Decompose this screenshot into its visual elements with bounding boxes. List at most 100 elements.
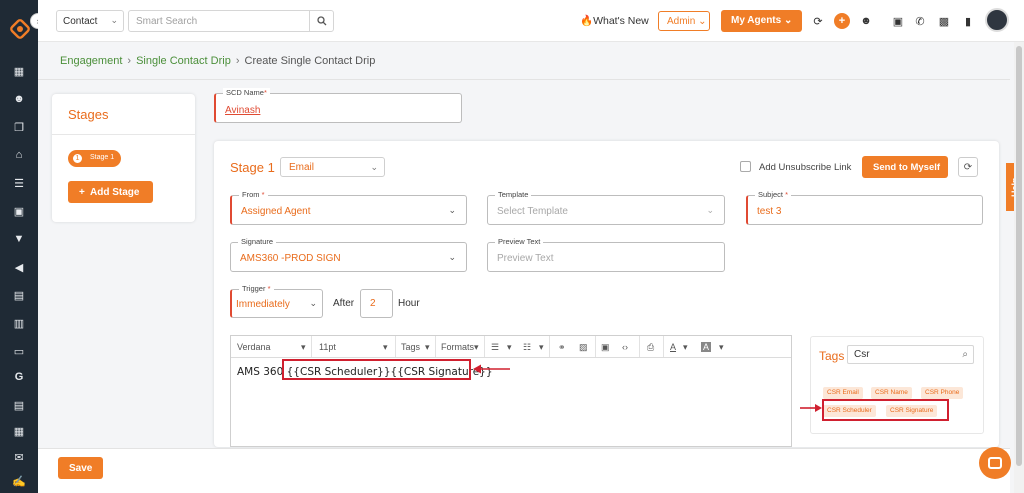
filter-icon[interactable]: ▼ xyxy=(12,232,26,246)
toolbar-separator xyxy=(639,336,640,357)
template-select[interactable]: Template Select Template ⌄ xyxy=(487,190,725,225)
my-agents-button[interactable]: My Agents ⌄ xyxy=(721,10,802,32)
signature-icon[interactable]: ✍ xyxy=(12,474,26,488)
trigger-select[interactable]: Trigger * Immediately ⌄ xyxy=(230,284,323,318)
channel-select[interactable]: Email ⌄ xyxy=(280,157,385,177)
background-color-icon[interactable]: A xyxy=(701,342,712,352)
delay-input[interactable]: 2 xyxy=(360,289,393,318)
tag-csr-phone[interactable]: CSR Phone xyxy=(921,387,964,399)
email-body-editor[interactable]: Verdana ▾ 11pt ▾ Tags ▾ Formats ▾ ☰ ▾ ☷ … xyxy=(230,335,792,447)
trigger-label-text: Trigger xyxy=(242,284,266,293)
media-icon[interactable]: ▣ xyxy=(601,342,610,353)
contacts-icon[interactable]: ☻ xyxy=(12,92,26,106)
scd-name-field[interactable]: SCD Name* Avinash xyxy=(214,88,462,123)
stages-divider xyxy=(52,134,195,135)
refresh-icon[interactable]: ⟳ xyxy=(810,13,826,29)
dashboard-icon[interactable]: ▦ xyxy=(12,64,26,78)
from-select[interactable]: From * Assigned Agent ⌄ xyxy=(230,190,467,225)
breadcrumb-separator-icon: › xyxy=(127,55,132,67)
smart-search-input[interactable]: Smart Search xyxy=(128,10,334,32)
list-icon[interactable]: ☰ xyxy=(12,176,26,190)
search-scope-select[interactable]: Contact ⌄ xyxy=(56,10,124,32)
toolbar-separator xyxy=(549,336,550,357)
address-book-icon[interactable]: ▣ xyxy=(12,204,26,218)
sheet-icon[interactable]: ▤ xyxy=(12,398,26,412)
bullet-list-icon[interactable]: ☰ xyxy=(491,342,499,353)
tag-search-input[interactable]: Csr ⌕ xyxy=(847,345,974,364)
send-to-myself-button[interactable]: Send to Myself xyxy=(862,156,948,178)
ai-icon[interactable]: ▩ xyxy=(936,13,952,29)
page-scrollbar[interactable] xyxy=(1014,42,1024,493)
numbered-list-icon[interactable]: ☷ xyxy=(523,342,531,353)
add-stage-button[interactable]: + Add Stage xyxy=(68,181,153,203)
tags-title: Tags xyxy=(819,349,845,363)
save-button[interactable]: Save xyxy=(58,457,103,479)
trigger-label: Trigger * xyxy=(239,284,274,293)
bank-icon[interactable]: ⌂ xyxy=(12,148,26,162)
signature-value: AMS360 -PROD SIGN xyxy=(240,253,341,264)
left-nav: ▦ ☻ ❐ ⌂ ☰ ▣ ▼ ◀ ▤ ▥ ▭ G ▤ ▦ ✉ ✍ xyxy=(0,0,38,493)
admin-dropdown[interactable]: Admin ⌄ xyxy=(658,11,710,31)
signature-select[interactable]: Signature AMS360 -PROD SIGN ⌄ xyxy=(230,237,467,272)
print-icon[interactable]: ⎙ xyxy=(647,342,654,353)
add-stage-label: Add Stage xyxy=(90,187,140,198)
megaphone-icon[interactable]: ◀ xyxy=(12,260,26,274)
notes-icon[interactable]: ▤ xyxy=(12,288,26,302)
unsubscribe-checkbox[interactable] xyxy=(740,161,751,172)
formats-menu[interactable]: Formats xyxy=(441,342,474,352)
stages-panel: Stages 1 Stage 1 + Add Stage xyxy=(52,94,195,222)
refresh-stage-button[interactable]: ⟳ xyxy=(958,157,978,177)
chevron-down-icon: ▾ xyxy=(474,342,479,352)
add-icon[interactable]: + xyxy=(834,13,850,29)
toolbar-separator xyxy=(663,336,664,357)
stage-pill-label: Stage 1 xyxy=(90,154,115,161)
chat-widget-button[interactable] xyxy=(979,447,1011,479)
tags-menu[interactable]: Tags xyxy=(401,342,420,352)
tag-csr-email[interactable]: CSR Email xyxy=(823,387,863,399)
scrollbar-thumb[interactable] xyxy=(1016,46,1022,466)
my-agents-label: My Agents xyxy=(731,15,782,26)
chevron-down-icon: ▾ xyxy=(425,342,430,352)
highlight-box-tags xyxy=(822,399,949,421)
image-icon[interactable]: ▨ xyxy=(579,342,588,353)
breadcrumb-current: Create Single Contact Drip xyxy=(244,55,376,67)
preview-text-input[interactable]: Preview Text Preview Text xyxy=(487,237,725,272)
chevron-down-icon: ▾ xyxy=(383,342,388,352)
from-label: From * xyxy=(239,190,268,199)
tag-csr-name[interactable]: CSR Name xyxy=(871,387,912,399)
link-icon[interactable]: ⚭ xyxy=(558,342,566,353)
avatar[interactable] xyxy=(985,8,1009,32)
scd-name-value: Avinash xyxy=(225,105,261,116)
mail-icon[interactable]: ✉ xyxy=(12,450,26,464)
subject-input[interactable]: Subject * test 3 xyxy=(746,190,983,225)
trigger-value: Immediately xyxy=(236,299,290,310)
chevron-down-icon: ⌄ xyxy=(783,15,793,26)
documents-icon[interactable]: ❐ xyxy=(12,120,26,134)
whats-new-link[interactable]: 🔥What's New xyxy=(580,14,649,27)
breadcrumb-engagement[interactable]: Engagement xyxy=(60,55,122,67)
folder-icon[interactable]: ▭ xyxy=(12,344,26,358)
stage-1-pill[interactable]: 1 Stage 1 xyxy=(68,150,121,167)
phone-icon[interactable]: ✆ xyxy=(912,13,928,29)
font-size-select[interactable]: 11pt xyxy=(319,342,336,352)
footer-bar xyxy=(38,448,1010,493)
chevron-down-icon: ⌄ xyxy=(448,252,456,262)
notification-icon[interactable]: ▣ xyxy=(890,13,906,29)
calendar-icon[interactable]: ▦ xyxy=(12,424,26,438)
brand-logo-icon[interactable] xyxy=(9,18,31,40)
search-icon[interactable] xyxy=(309,11,333,31)
editor-toolbar: Verdana ▾ 11pt ▾ Tags ▾ Formats ▾ ☰ ▾ ☷ … xyxy=(231,336,791,358)
subject-value: test 3 xyxy=(757,206,782,217)
code-icon[interactable]: ‹› xyxy=(622,342,628,352)
reports-icon[interactable]: ▥ xyxy=(12,316,26,330)
subject-label-text: Subject xyxy=(758,190,784,199)
device-icon[interactable]: ▮ xyxy=(960,13,976,29)
arrow-right-icon xyxy=(800,404,822,412)
google-icon[interactable]: G xyxy=(12,370,26,384)
user-icon[interactable]: ☻ xyxy=(858,13,874,29)
stage-title: Stage 1 xyxy=(230,160,275,175)
smart-search-placeholder: Smart Search xyxy=(136,16,198,27)
font-family-select[interactable]: Verdana xyxy=(237,342,271,352)
text-color-icon[interactable]: A xyxy=(670,342,676,352)
breadcrumb-single-contact-drip[interactable]: Single Contact Drip xyxy=(136,55,231,67)
